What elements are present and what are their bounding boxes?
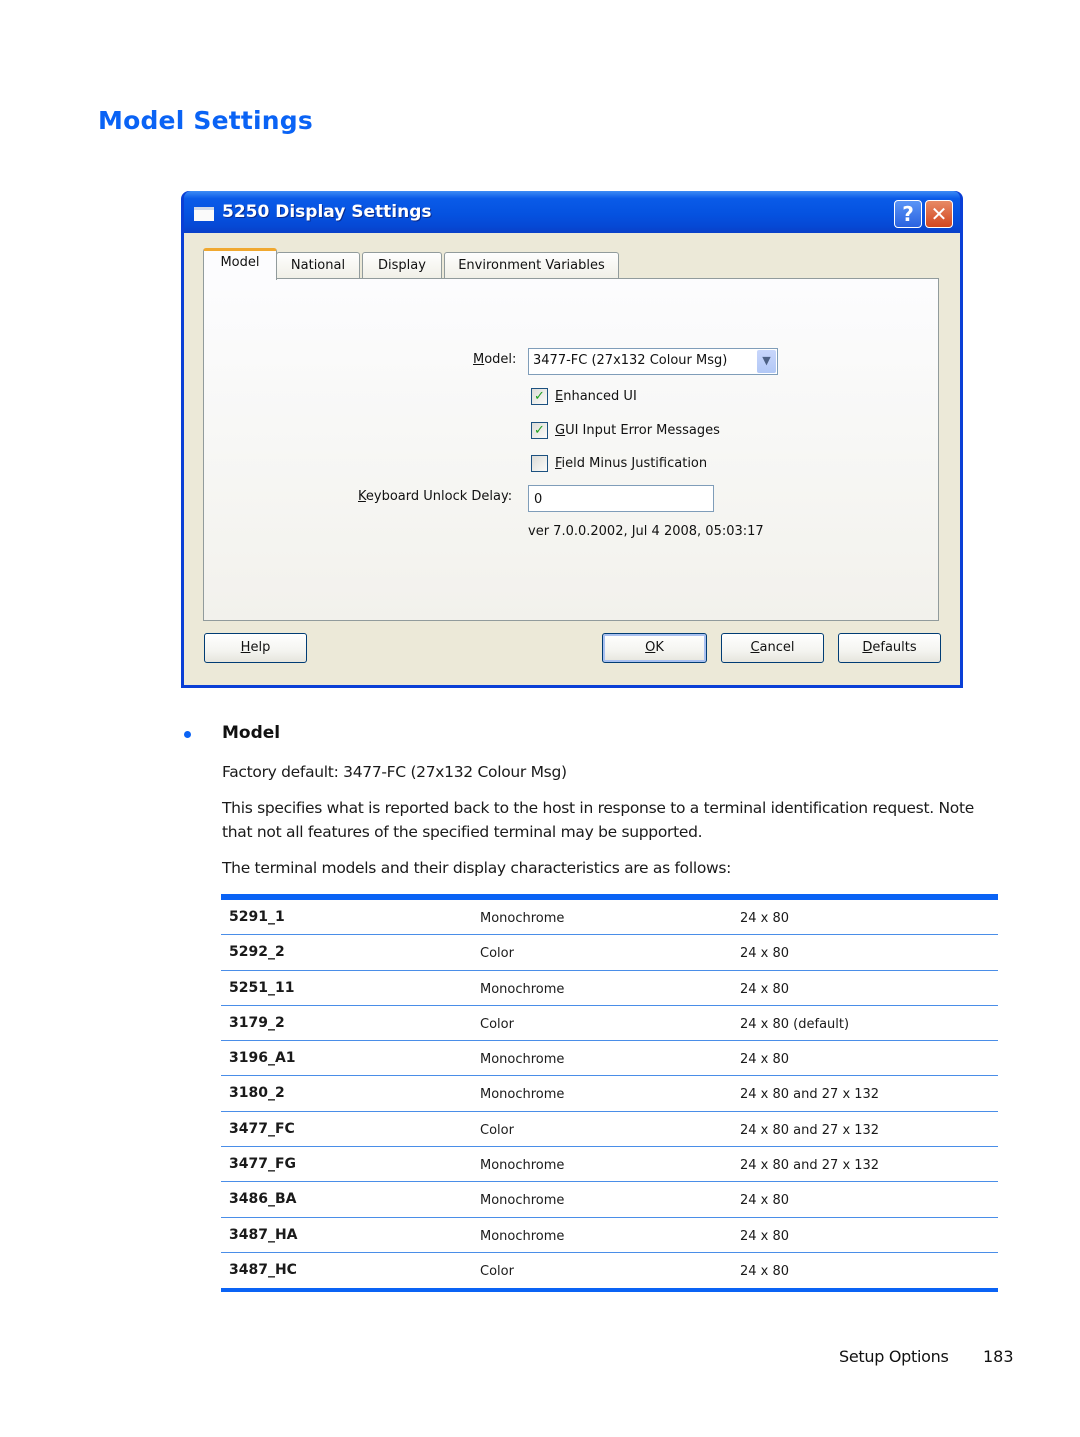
table-row: 5292_2 Color 24 x 80 <box>221 935 998 971</box>
screen-size-cell: 24 x 80 <box>740 1052 790 1068</box>
screen-size-cell: 24 x 80 <box>740 981 790 997</box>
table-row: 3487_HA Monochrome 24 x 80 <box>221 1218 998 1253</box>
table-row: 3196_A1 Monochrome 24 x 80 <box>221 1041 998 1077</box>
description-text: This specifies what is reported back to … <box>222 799 974 841</box>
table-row: 3179_2 Color 24 x 80 (default) <box>221 1006 998 1042</box>
model-cell: 3477_FC <box>229 1120 295 1137</box>
ok-button[interactable]: OK <box>602 633 707 663</box>
model-cell: 3486_BA <box>229 1191 297 1208</box>
model-cell: 5251_11 <box>229 979 295 996</box>
keyboard-unlock-delay-input[interactable]: 0 <box>528 485 714 512</box>
bullet-icon <box>184 731 191 738</box>
screen-size-cell: 24 x 80 and 27 x 132 <box>740 1122 880 1138</box>
gui-input-error-messages-label[interactable]: GUI Input Error Messages <box>555 423 720 438</box>
display-type-cell: Color <box>480 1263 514 1279</box>
tab-environment-variables[interactable]: Environment Variables <box>444 252 619 279</box>
display-type-cell: Monochrome <box>480 1158 565 1174</box>
screen-size-cell: 24 x 80 <box>740 1263 790 1279</box>
display-type-cell: Monochrome <box>480 1193 565 1209</box>
enhanced-ui-label[interactable]: Enhanced UI <box>555 389 637 404</box>
model-cell: 3180_2 <box>229 1085 285 1102</box>
display-settings-dialog: 5250 Display Settings ? ✕ Model National… <box>181 191 963 688</box>
display-type-cell: Monochrome <box>480 1052 565 1068</box>
display-type-cell: Color <box>480 1122 514 1138</box>
model-cell: 3487_HC <box>229 1261 297 1278</box>
screen-size-cell: 24 x 80 and 27 x 132 <box>740 1158 880 1174</box>
display-type-cell: Monochrome <box>480 981 565 997</box>
model-select-value: 3477-FC (27x132 Colour Msg) <box>533 353 728 368</box>
model-tab-panel: Model: 3477-FC (27x132 Colour Msg) ▼ ✓ E… <box>203 278 939 621</box>
model-cell: 5292_2 <box>229 944 285 961</box>
table-row: 3477_FC Color 24 x 80 and 27 x 132 <box>221 1112 998 1148</box>
chevron-down-icon[interactable]: ▼ <box>757 350 776 373</box>
model-cell: 3179_2 <box>229 1014 285 1031</box>
field-minus-justification-label[interactable]: Field Minus Justification <box>555 456 707 471</box>
titlebar-help-button[interactable]: ? <box>894 200 922 228</box>
table-row: 3180_2 Monochrome 24 x 80 and 27 x 132 <box>221 1076 998 1112</box>
display-type-cell: Color <box>480 946 514 962</box>
screen-size-cell: 24 x 80 <box>740 911 790 926</box>
tab-display[interactable]: Display <box>362 252 442 279</box>
keyboard-unlock-delay-label: Keyboard Unlock Delay: <box>358 489 513 504</box>
intro-text: The terminal models and their display ch… <box>222 859 732 877</box>
dialog-client: Model National Display Environment Varia… <box>184 233 960 685</box>
model-cell: 3487_HA <box>229 1226 298 1243</box>
table-row: 3486_BA Monochrome 24 x 80 <box>221 1182 998 1218</box>
defaults-button[interactable]: Defaults <box>838 633 941 663</box>
page-title: Model Settings <box>98 106 313 135</box>
field-minus-justification-checkbox[interactable] <box>531 455 548 472</box>
screen-size-cell: 24 x 80 <box>740 1228 790 1244</box>
screen-size-cell: 24 x 80 and 27 x 132 <box>740 1087 880 1103</box>
model-select[interactable]: 3477-FC (27x132 Colour Msg) ▼ <box>528 348 778 375</box>
screen-size-cell: 24 x 80 <box>740 1193 790 1209</box>
tab-model[interactable]: Model <box>203 248 277 280</box>
footer-section: Setup Options <box>839 1347 949 1366</box>
help-button[interactable]: Help <box>204 633 307 663</box>
titlebar-close-button[interactable]: ✕ <box>925 200 953 228</box>
table-row: 3487_HC Color 24 x 80 <box>221 1253 998 1288</box>
model-cell: 3477_FG <box>229 1156 297 1173</box>
cancel-button[interactable]: Cancel <box>721 633 824 663</box>
section-heading: Model <box>222 723 281 743</box>
display-type-cell: Color <box>480 1016 514 1032</box>
screen-size-cell: 24 x 80 <box>740 946 790 962</box>
screen-size-cell: 24 x 80 (default) <box>740 1016 850 1032</box>
window-icon <box>194 207 214 221</box>
model-cell: 5291_1 <box>229 909 285 925</box>
display-type-cell: Monochrome <box>480 911 565 926</box>
dialog-title: 5250 Display Settings <box>222 202 432 222</box>
display-type-cell: Monochrome <box>480 1228 565 1244</box>
tab-national[interactable]: National <box>276 252 360 279</box>
table-row: 5251_11 Monochrome 24 x 80 <box>221 971 998 1006</box>
version-text: ver 7.0.0.2002, Jul 4 2008, 05:03:17 <box>528 524 764 539</box>
model-label: Model: <box>473 352 517 367</box>
table-row: 3477_FG Monochrome 24 x 80 and 27 x 132 <box>221 1147 998 1183</box>
page-number: 183 <box>983 1347 1014 1366</box>
factory-default-text: Factory default: 3477-FC (27x132 Colour … <box>222 763 567 781</box>
gui-input-error-messages-checkbox[interactable]: ✓ <box>531 422 548 439</box>
enhanced-ui-checkbox[interactable]: ✓ <box>531 388 548 405</box>
display-type-cell: Monochrome <box>480 1087 565 1103</box>
table-row: 5291_1 Monochrome 24 x 80 <box>221 900 998 936</box>
model-cell: 3196_A1 <box>229 1050 296 1067</box>
terminal-models-table: 5291_1 Monochrome 24 x 80 5292_2 Color 24 x 8… <box>221 894 998 1293</box>
dialog-titlebar[interactable]: 5250 Display Settings ? ✕ <box>184 191 960 233</box>
